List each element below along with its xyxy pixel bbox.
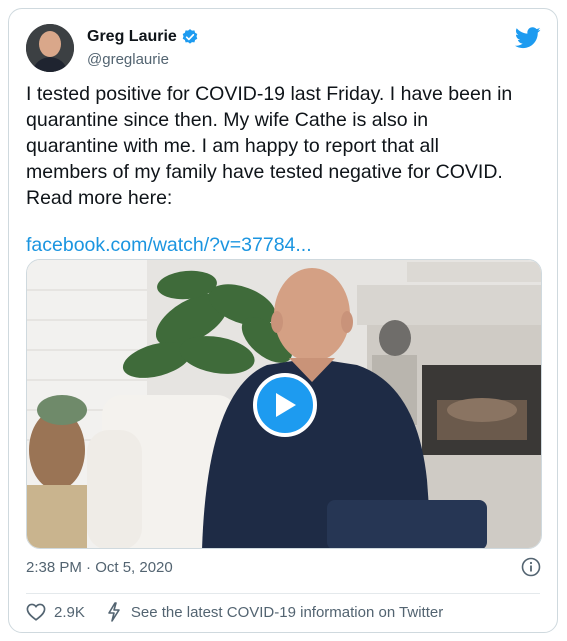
- author-handle[interactable]: @greglaurie: [87, 51, 169, 68]
- tweet-text: I tested positive for COVID-19 last Frid…: [26, 83, 513, 209]
- twitter-bird-icon[interactable]: [515, 27, 541, 49]
- play-icon: [276, 393, 296, 417]
- tweet-timestamp[interactable]: 2:38 PM · Oct 5, 2020: [26, 559, 173, 576]
- like-button[interactable]: 2.9K: [26, 603, 85, 621]
- divider: [26, 593, 540, 594]
- heart-icon: [26, 603, 46, 621]
- covid-info-label: See the latest COVID-19 information on T…: [130, 603, 444, 621]
- tweet-footer: 2.9K See the latest COVID-19 information…: [26, 600, 443, 624]
- info-icon[interactable]: [521, 557, 541, 577]
- tweet-card: Greg Laurie @greglaurie I tested positiv…: [8, 8, 558, 633]
- lightning-icon: [108, 602, 120, 622]
- covid-info-link[interactable]: See the latest COVID-19 information on T…: [107, 602, 443, 622]
- author-name[interactable]: Greg Laurie: [87, 28, 177, 46]
- play-button[interactable]: [253, 373, 317, 437]
- avatar[interactable]: [26, 24, 74, 72]
- author-name-row[interactable]: Greg Laurie: [87, 28, 199, 46]
- video-thumbnail[interactable]: [26, 259, 542, 549]
- verified-badge-icon: [182, 29, 198, 44]
- like-count: 2.9K: [54, 603, 85, 621]
- tweet-link[interactable]: facebook.com/watch/?v=37784...: [26, 234, 312, 257]
